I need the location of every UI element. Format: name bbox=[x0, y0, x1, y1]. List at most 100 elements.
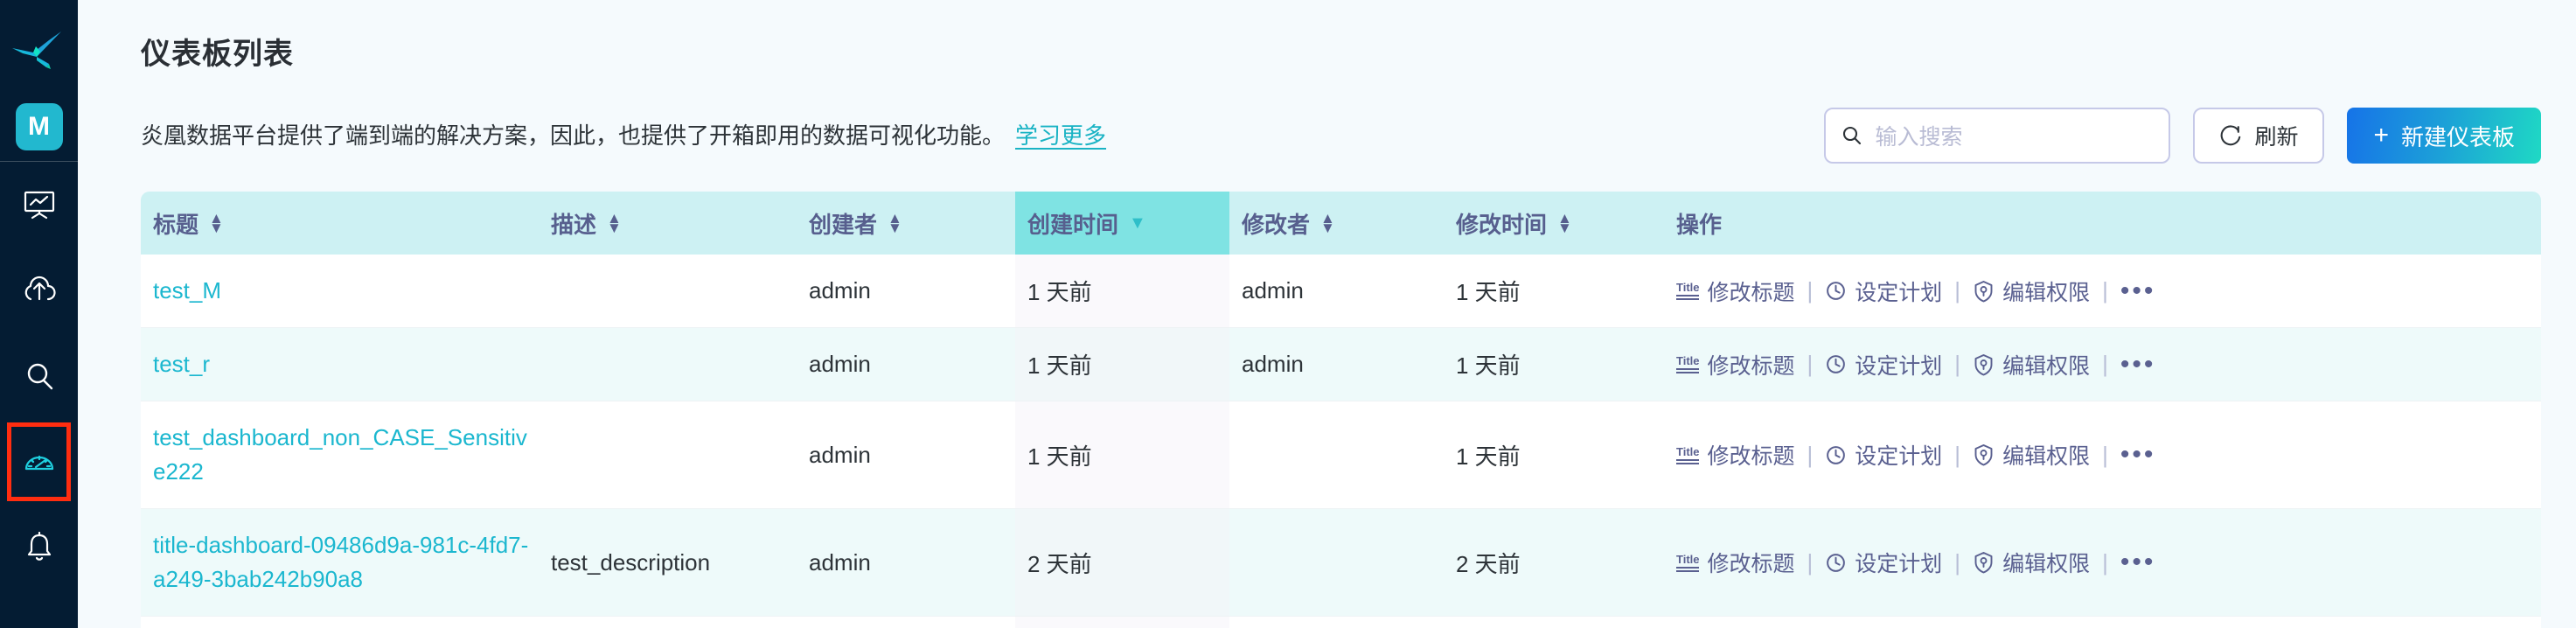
edit-permission-action[interactable]: 编辑权限 bbox=[1973, 439, 2090, 471]
cell-title: test_M bbox=[141, 255, 539, 328]
column-header-desc[interactable]: 描述 ▲ ▼ bbox=[539, 192, 797, 255]
cell-created-time: 1 天前 bbox=[1015, 401, 1229, 509]
edit-permission-action[interactable]: 编辑权限 bbox=[1973, 547, 2090, 578]
sidebar-item-dashboards[interactable] bbox=[0, 419, 78, 505]
action-separator: | bbox=[1954, 441, 1961, 468]
cell-actions: Title 修改标题 | 设定计划 | 编辑权限 | ••• bbox=[1664, 508, 2541, 617]
sort-icon[interactable]: ▲ ▼ bbox=[607, 211, 622, 235]
cell-creator: admin bbox=[797, 616, 1015, 628]
column-header-title[interactable]: 标题 ▲ ▼ bbox=[141, 192, 539, 255]
dashboard-title-link[interactable]: test_dashboard_non_CASE_Sensitive222 bbox=[153, 424, 527, 485]
action-separator: | bbox=[1954, 548, 1961, 576]
new-dashboard-button[interactable]: + 新建仪表板 bbox=[2347, 108, 2541, 164]
cell-actions: Title 修改标题 | 设定计划 | 编辑权限 | ••• bbox=[1664, 327, 2541, 401]
cell-created-time: 2 天前 bbox=[1015, 616, 1229, 628]
edit-title-action[interactable]: Title 修改标题 bbox=[1676, 547, 1795, 578]
table-row: large dataadmin2 天前admin2 天前Title修改标题|设定… bbox=[141, 616, 2541, 628]
edit-permission-action[interactable]: 编辑权限 bbox=[1973, 349, 2090, 380]
column-header-modified[interactable]: 修改时间 ▲ ▼ bbox=[1444, 192, 1664, 255]
dashboard-title-link[interactable]: test_M bbox=[153, 277, 221, 304]
action-separator: | bbox=[2102, 351, 2108, 377]
shield-icon bbox=[1974, 353, 1993, 375]
column-label: 标题 bbox=[153, 211, 199, 238]
table-row: title-dashboard-09486d9a-981c-4fd7-a249-… bbox=[141, 508, 2541, 617]
edit-permission-label: 编辑权限 bbox=[2002, 353, 2091, 379]
action-separator: | bbox=[1807, 441, 1814, 468]
shield-icon bbox=[1974, 444, 1993, 466]
sidebar-item-data-upload[interactable] bbox=[0, 248, 78, 333]
clock-icon bbox=[1827, 282, 1846, 300]
dashboard-title-link[interactable]: test_r bbox=[153, 351, 210, 377]
cell-creator: admin bbox=[797, 327, 1015, 401]
refresh-label: 刷新 bbox=[2254, 125, 2299, 150]
bell-icon bbox=[27, 532, 51, 561]
column-header-creator[interactable]: 创建者 ▲ ▼ bbox=[797, 192, 1015, 255]
presentation-chart-icon bbox=[24, 191, 54, 220]
sidebar-item-dashboard-board[interactable] bbox=[0, 162, 78, 248]
dashboard-title-link[interactable]: title-dashboard-09486d9a-981c-4fd7-a249-… bbox=[153, 532, 528, 592]
action-separator: | bbox=[2102, 441, 2108, 468]
set-schedule-label: 设定计划 bbox=[1855, 552, 1943, 576]
app-logo[interactable] bbox=[0, 0, 78, 107]
set-schedule-label: 设定计划 bbox=[1855, 444, 1943, 469]
cell-modified-time: 1 天前 bbox=[1444, 327, 1664, 401]
edit-permission-label: 编辑权限 bbox=[2002, 444, 2091, 469]
table-header-row: 标题 ▲ ▼ 描述 ▲ ▼ 创建者 ▲ ▼ 创建时间 ▼ 修改者 ▲ ▼ 修改时… bbox=[141, 192, 2541, 255]
sort-icon[interactable]: ▲ ▼ bbox=[1557, 211, 1572, 235]
dashboard-table-wrap: 标题 ▲ ▼ 描述 ▲ ▼ 创建者 ▲ ▼ 创建时间 ▼ 修改者 ▲ ▼ 修改时… bbox=[141, 192, 2541, 628]
edit-title-action[interactable]: Title 修改标题 bbox=[1676, 439, 1795, 471]
set-schedule-action[interactable]: 设定计划 bbox=[1825, 439, 1942, 471]
action-separator: | bbox=[1807, 351, 1814, 377]
column-label: 描述 bbox=[551, 211, 597, 238]
toolbar: 炎凰数据平台提供了端到端的解决方案，因此，也提供了开箱即用的数据可视化功能。 学习… bbox=[78, 104, 2576, 167]
table-row: test_M admin 1 天前 admin 1 天前 Title 修改标题 | 设定计划 | 编… bbox=[141, 255, 2541, 328]
set-schedule-action[interactable]: 设定计划 bbox=[1825, 547, 1942, 578]
page-title: 仪表板列表 bbox=[141, 38, 294, 71]
sidebar-item-alerts[interactable] bbox=[0, 505, 78, 590]
edit-title-action[interactable]: Title 修改标题 bbox=[1676, 276, 1795, 307]
cell-modifier bbox=[1229, 508, 1444, 617]
more-actions-button[interactable]: ••• bbox=[2120, 549, 2156, 576]
sidebar-item-search[interactable] bbox=[0, 333, 78, 419]
set-schedule-action[interactable]: 设定计划 bbox=[1825, 349, 1942, 380]
column-header-created[interactable]: 创建时间 ▼ bbox=[1015, 192, 1229, 255]
edit-permission-label: 编辑权限 bbox=[2002, 280, 2091, 305]
more-actions-button[interactable]: ••• bbox=[2120, 442, 2156, 468]
sort-desc-icon[interactable]: ▼ bbox=[1129, 214, 1146, 232]
set-schedule-action[interactable]: 设定计划 bbox=[1825, 276, 1942, 307]
edit-title-action[interactable]: Title 修改标题 bbox=[1676, 349, 1795, 380]
cell-creator: admin bbox=[797, 255, 1015, 328]
refresh-button[interactable]: 刷新 bbox=[2193, 108, 2325, 164]
learn-more-link[interactable]: 学习更多 bbox=[1015, 122, 1106, 149]
shield-icon bbox=[1974, 552, 1993, 574]
more-actions-button[interactable]: ••• bbox=[2120, 351, 2156, 377]
sort-icon[interactable]: ▲ ▼ bbox=[209, 211, 224, 235]
plus-icon: + bbox=[2373, 121, 2389, 150]
column-label: 修改时间 bbox=[1456, 211, 1548, 238]
cell-created-time: 2 天前 bbox=[1015, 508, 1229, 617]
sort-icon[interactable]: ▲ ▼ bbox=[1320, 211, 1335, 235]
cell-modifier: admin bbox=[1229, 327, 1444, 401]
column-header-actions: 操作 bbox=[1664, 192, 2541, 255]
description-text: 炎凰数据平台提供了端到端的解决方案，因此，也提供了开箱即用的数据可视化功能。 bbox=[141, 122, 1006, 149]
edit-permission-label: 编辑权限 bbox=[2002, 552, 2091, 576]
cell-created-time: 1 天前 bbox=[1015, 255, 1229, 328]
action-separator: | bbox=[1807, 277, 1814, 304]
sort-icon[interactable]: ▲ ▼ bbox=[888, 211, 902, 235]
search-input[interactable]: 输入搜索 bbox=[1824, 108, 2171, 164]
avatar[interactable]: M bbox=[15, 103, 63, 150]
cloud-upload-icon bbox=[24, 276, 56, 301]
title-text-icon: Title bbox=[1676, 282, 1700, 300]
title-text-icon: Title bbox=[1676, 446, 1700, 464]
cell-title: large data bbox=[141, 616, 539, 628]
edit-permission-action[interactable]: 编辑权限 bbox=[1973, 276, 2090, 307]
cell-modified-time: 2 天前 bbox=[1444, 616, 1664, 628]
more-actions-button[interactable]: ••• bbox=[2120, 277, 2156, 304]
refresh-icon bbox=[2221, 124, 2241, 145]
title-text-icon: Title bbox=[1676, 355, 1700, 373]
row-action-group: Title 修改标题 | 设定计划 | 编辑权限 | ••• bbox=[1676, 276, 2541, 307]
sidebar-nav bbox=[0, 162, 78, 590]
edit-title-label: 修改标题 bbox=[1707, 280, 1795, 305]
cell-description: test_description bbox=[539, 508, 797, 617]
column-header-modifier[interactable]: 修改者 ▲ ▼ bbox=[1229, 192, 1444, 255]
